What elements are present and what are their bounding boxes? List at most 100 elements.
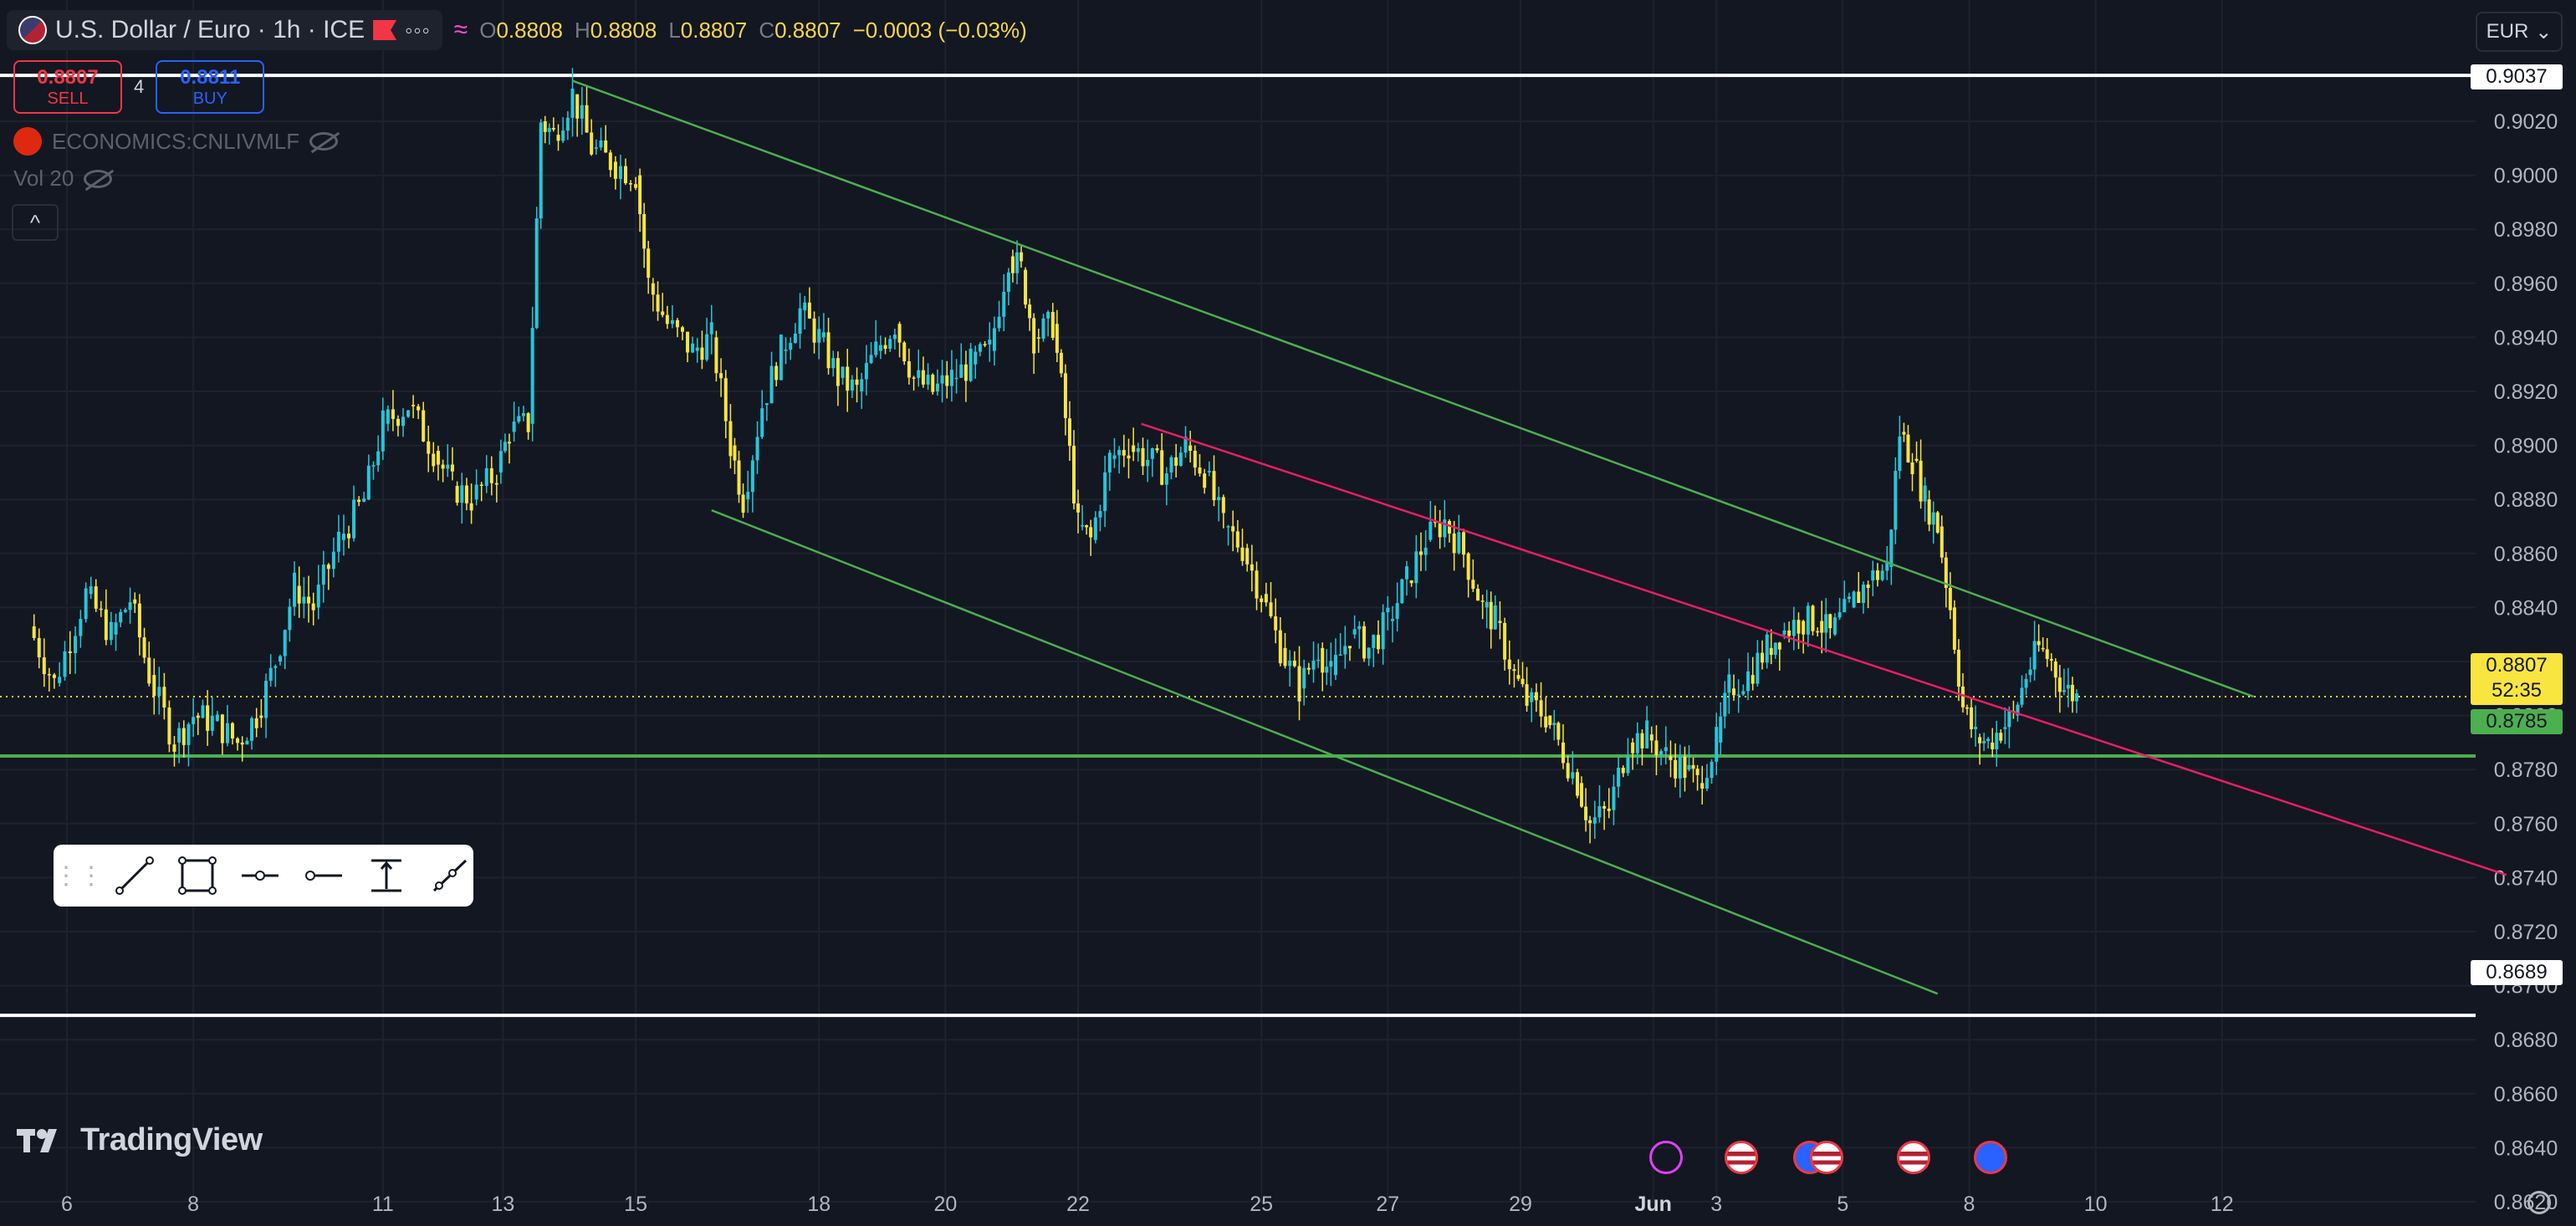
candle-body (114, 622, 118, 635)
candle-body (1889, 529, 1894, 567)
candle-body (1695, 769, 1699, 775)
candle-body (831, 358, 836, 369)
candle-body (1797, 620, 1801, 634)
candle-body (728, 421, 733, 457)
candle-body (1832, 617, 1837, 635)
rectangle-tool-icon[interactable] (173, 851, 221, 900)
us-event-icon[interactable] (1897, 1141, 1930, 1174)
candle-body (784, 350, 788, 351)
candle-body (1777, 642, 1781, 650)
horizontal-ray-tool-icon[interactable] (299, 851, 347, 900)
drag-handle-icon[interactable]: ⋮⋮ (54, 859, 104, 892)
price-chart[interactable]: 0.9020 0.9000 0.8980 0.8960 0.8940 0.8920 0.89… (0, 0, 2576, 1226)
candle-body (1649, 734, 1653, 741)
candle-body (1588, 820, 1592, 824)
candle-body (719, 373, 723, 379)
candle-body (1376, 635, 1380, 650)
candle-body (1791, 620, 1796, 636)
candle-body (1024, 269, 1028, 305)
candle-body (503, 442, 507, 452)
candle-body (460, 485, 464, 503)
trend-line-tool-icon[interactable] (110, 851, 158, 900)
candle-body (2053, 662, 2057, 678)
candle-body (1447, 521, 1451, 534)
sell-button[interactable]: 0.8807 SELL (13, 60, 122, 114)
collapse-legend-button[interactable]: ^ (12, 204, 59, 241)
candle-body (336, 531, 340, 552)
price-range-tool-icon[interactable] (362, 851, 410, 900)
candle-body (700, 347, 704, 360)
candle-body (1952, 607, 1956, 650)
x-tick-label: 22 (1066, 1193, 1090, 1216)
candle-body (1931, 512, 1935, 525)
ohlc-readout: O0.8808 H0.8808 L0.8807 C0.8807 −0.0003 … (479, 17, 1027, 43)
x-tick-label: 3 (1710, 1193, 1722, 1216)
ray-tool-icon[interactable] (426, 851, 473, 900)
candle-body (695, 347, 699, 351)
candle-body (464, 485, 468, 503)
hidden-eye-icon[interactable] (309, 132, 339, 151)
candle-body (362, 498, 366, 503)
currency-selector[interactable]: EUR ⌄ (2476, 12, 2563, 52)
candle-body (220, 714, 224, 743)
indicator-row-economics[interactable]: ECONOMICS:CNLIVMLF (13, 127, 339, 156)
candle-body (2062, 690, 2066, 692)
lightning-event-icon[interactable] (1649, 1141, 1683, 1174)
candle-body (807, 302, 811, 319)
indicator-row-volume[interactable]: Vol 20 (13, 166, 113, 192)
candle-body (779, 335, 783, 381)
candle-body (254, 718, 258, 728)
level-label-upper[interactable]: 0.9037 (2471, 64, 2563, 89)
candle-body (1857, 591, 1861, 603)
symbol-selector[interactable]: U.S. Dollar / Euro · 1h · ICE ◦◦◦ (7, 10, 442, 50)
candle-body (128, 602, 132, 610)
candle-body (1188, 445, 1193, 451)
candle-body (268, 667, 273, 682)
more-options-icon[interactable]: ◦◦◦ (405, 18, 431, 43)
candle-body (1122, 450, 1126, 456)
candle-body (1782, 630, 1786, 635)
candle-body (162, 687, 166, 708)
gear-icon[interactable] (2527, 1191, 2551, 1214)
candle-body (691, 343, 695, 353)
candle-body (1235, 531, 1239, 548)
candle-body (1404, 566, 1408, 580)
buy-button[interactable]: 0.8811 BUY (156, 60, 265, 114)
candle-body (530, 328, 534, 424)
us-event-icon[interactable] (1725, 1141, 1758, 1174)
flag-marker-icon[interactable] (373, 20, 397, 40)
candle-body (1169, 457, 1173, 473)
y-tick-label: 0.8880 (2494, 488, 2558, 512)
x-tick-label: 15 (624, 1193, 647, 1216)
x-tick-label: 11 (372, 1193, 394, 1216)
horizontal-line-tool-icon[interactable] (237, 851, 284, 900)
level-label-support[interactable]: 0.8785 (2471, 709, 2563, 734)
candle-body (1635, 733, 1639, 753)
candle-body (917, 370, 921, 378)
indicator-wave-icon[interactable]: ≈ (454, 16, 468, 44)
candle-body (974, 351, 978, 365)
candle-body (1409, 580, 1413, 584)
candle-body (1089, 527, 1093, 538)
eu-event-icon[interactable] (1974, 1141, 2007, 1174)
candle-body (469, 503, 473, 511)
candle-body (1530, 692, 1534, 702)
level-label-lower[interactable]: 0.8689 (2471, 960, 2563, 985)
y-tick-label: 0.8900 (2494, 435, 2558, 458)
hidden-eye-icon[interactable] (84, 169, 113, 188)
candle-body (1787, 630, 1791, 636)
candle-body (455, 486, 459, 503)
candle-body (618, 166, 622, 179)
tradingview-logo[interactable]: TradingView (17, 1122, 263, 1158)
candle-body (157, 687, 161, 697)
candle-body (826, 332, 831, 369)
last-price-label[interactable]: 0.8807 52:35 (2471, 653, 2563, 705)
us-event-icon[interactable] (1810, 1141, 1843, 1174)
candle-body (1746, 671, 1751, 692)
x-tick-label: 18 (807, 1193, 831, 1216)
candle-body (79, 619, 83, 636)
candle-body (517, 416, 521, 422)
candle-body (1002, 291, 1006, 317)
candle-body (1059, 352, 1063, 374)
candle-body (1861, 585, 1865, 603)
